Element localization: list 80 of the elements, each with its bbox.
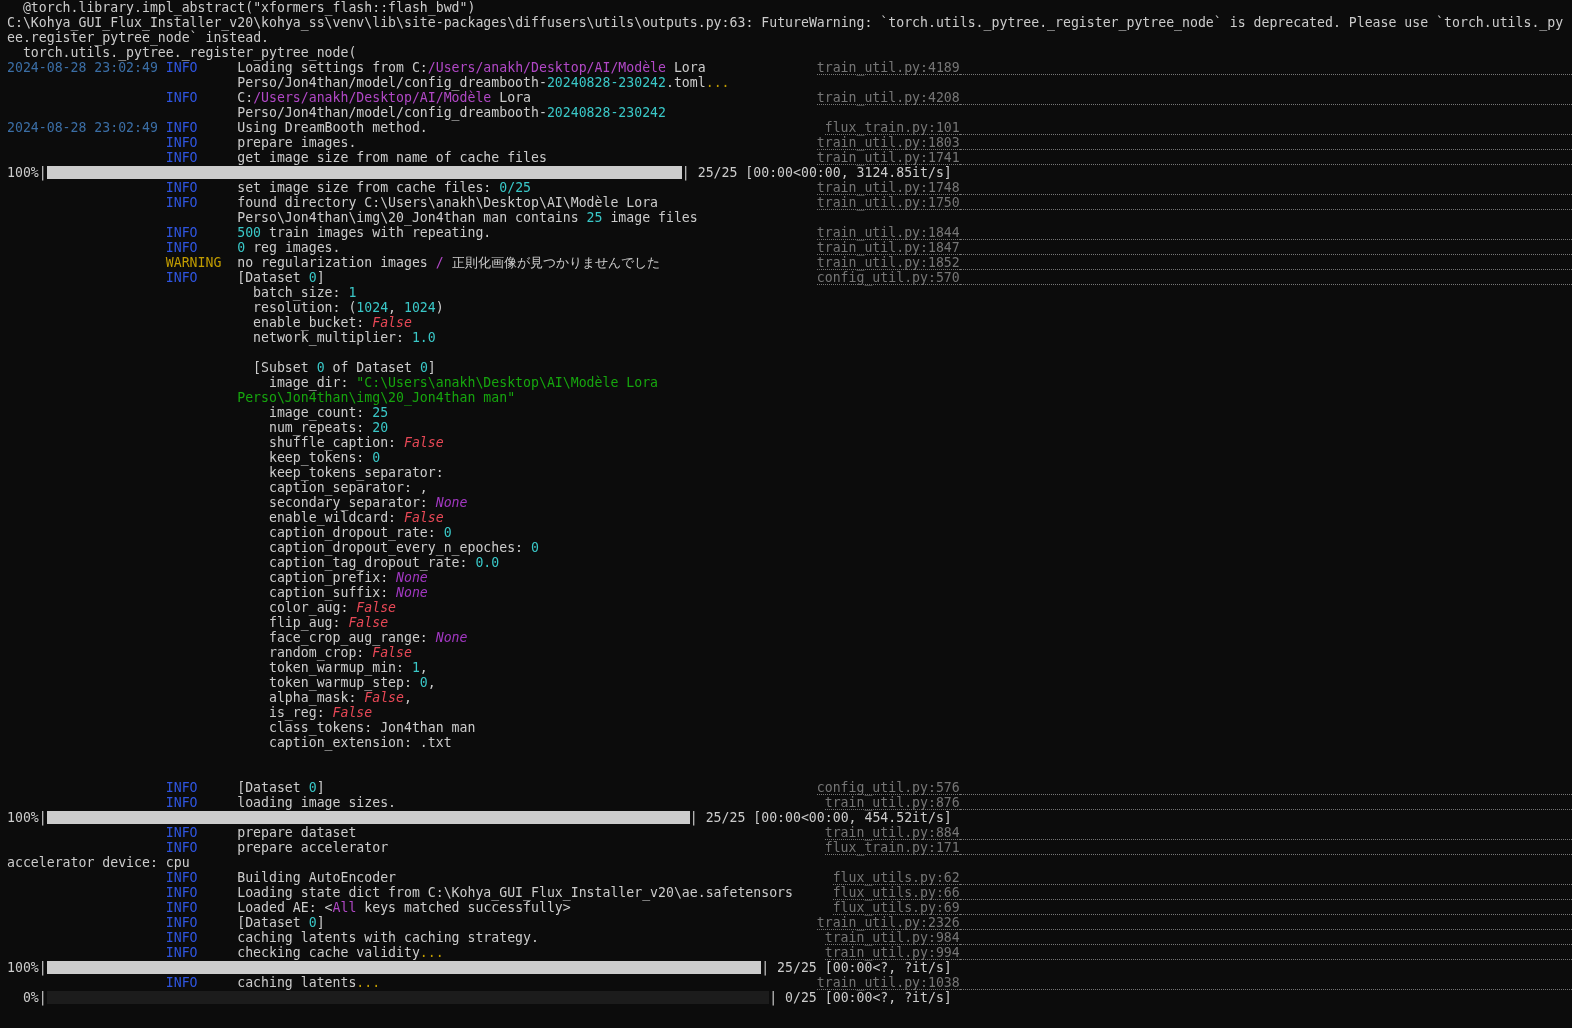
source-link[interactable]: train_util.py:884 xyxy=(824,825,960,840)
log-message: get image size from name of cache files xyxy=(237,150,547,165)
progress-percent: 100%| xyxy=(7,810,47,825)
progress-stats: | 0/25 [00:00<?, ?it/s] xyxy=(769,990,952,1005)
log-message: C:/Users/anakh/Desktop/AI/Modèle Lora Perso/Jon4than/model/config_dreambooth-20240828-230242 xyxy=(237,90,666,120)
progress-stats: | 25/25 [00:00<00:00, 454.52it/s] xyxy=(689,810,952,825)
log-message: set image size from cache files: 0/25 xyxy=(237,180,531,195)
log-message: 500 train images with repeating. xyxy=(237,225,492,240)
source-link[interactable]: config_util.py:576 xyxy=(816,780,960,795)
source-link[interactable]: flux_train.py:101 xyxy=(824,120,960,135)
source-link[interactable]: train_util.py:1741 xyxy=(816,150,960,165)
terminal-line: torch.utils._pytree._register_pytree_node( xyxy=(22,45,357,60)
source-link[interactable]: train_util.py:1748 xyxy=(816,180,960,195)
source-link[interactable]: train_util.py:4208 xyxy=(816,90,960,105)
source-link[interactable]: train_util.py:876 xyxy=(824,795,960,810)
source-link[interactable]: flux_utils.py:69 xyxy=(832,900,960,915)
log-level: WARNING xyxy=(165,255,222,270)
progress-stats: | 25/25 [00:00<?, ?it/s] xyxy=(761,960,952,975)
source-link[interactable]: config_util.py:570 xyxy=(816,270,960,285)
source-link[interactable]: train_util.py:1803 xyxy=(816,135,960,150)
source-link[interactable]: train_util.py:1038 xyxy=(816,975,960,990)
log-message: no regularization images / 正則化画像が見つかりませんでした xyxy=(237,255,660,270)
terminal-line: accelerator device: cpu xyxy=(7,855,191,870)
source-link[interactable]: train_util.py:1750 xyxy=(816,195,960,210)
log-level: INFO xyxy=(165,90,198,105)
progress-stats: | 25/25 [00:00<00:00, 3124.85it/s] xyxy=(681,165,952,180)
log-level: INFO xyxy=(165,900,198,915)
log-message: prepare accelerator xyxy=(237,840,389,855)
terminal-line: @torch.library.impl_abstract("xformers_flash::flash_bwd") xyxy=(22,0,476,15)
log-message: Using DreamBooth method. xyxy=(237,120,428,135)
log-level: INFO xyxy=(165,240,198,255)
log-level: INFO xyxy=(165,915,198,930)
log-level: INFO xyxy=(165,135,198,150)
log-message: Loading settings from C:/Users/anakh/Desktop/AI/Modèle Lora Perso/Jon4than/model/config_dreambooth-20240828-230242.toml... xyxy=(237,60,730,90)
source-link[interactable]: flux_utils.py:66 xyxy=(832,885,960,900)
log-message: caching latents with caching strategy. xyxy=(237,930,539,945)
log-level: INFO xyxy=(165,840,198,855)
log-level: INFO xyxy=(165,795,198,810)
log-level: INFO xyxy=(165,180,198,195)
log-level: INFO xyxy=(165,945,198,960)
source-link[interactable]: train_util.py:1844 xyxy=(816,225,960,240)
source-link[interactable]: train_util.py:984 xyxy=(824,930,960,945)
timestamp: 2024-08-28 23:02:49 xyxy=(7,60,158,75)
progress-percent: 0%| xyxy=(21,990,47,1005)
log-message: Loading state dict from C:\Kohya_GUI_Flux_Installer_v20\ae.safetensors xyxy=(237,885,793,900)
log-message: Building AutoEncoder xyxy=(237,870,397,885)
log-level: INFO xyxy=(165,780,198,795)
source-link[interactable]: train_util.py:1852 xyxy=(816,255,960,270)
source-link[interactable]: train_util.py:1847 xyxy=(816,240,960,255)
source-link[interactable]: flux_train.py:171 xyxy=(824,840,960,855)
log-message: 0 reg images. xyxy=(237,240,341,255)
progress-percent: 100%| xyxy=(7,165,47,180)
source-link[interactable]: train_util.py:994 xyxy=(824,945,960,960)
log-level: INFO xyxy=(165,885,198,900)
source-link[interactable]: train_util.py:4189 xyxy=(816,60,960,75)
log-level: INFO xyxy=(165,225,198,240)
log-level: INFO xyxy=(165,825,198,840)
log-message: [Dataset 0] batch_size: 1 resolution: (1024, 1024) enable_bucket: False network_multiplier: 1.0 [Subset 0 of Dataset 0] image_dir: "C:\Users\anakh\Desktop\AI\Modèle Lora Perso\Jon4than\img\20_Jon4than man" image_count: 25 num_repeats: 20 shuffle_caption: False keep_tokens: 0 keep_tokens_separator: caption_separator: , secondary_separator: None enable_wildcard: False caption_dropout_rate: 0 caption_dropout_every_n_epoches: 0 caption_tag_dropout_rate: 0.0 caption_prefix: None caption_suffix: None color_aug: False flip_aug: False face_crop_aug_range: None random_crop: False token_warmup_min: 1, token_warmup_step: 0, alpha_mask: False, is_reg: False class_tokens: Jon4than man caption_extension: .txt xyxy=(237,270,659,753)
log-level: INFO xyxy=(165,270,198,285)
log-message: prepare images. xyxy=(237,135,357,150)
log-message: prepare dataset xyxy=(237,825,357,840)
log-level: INFO xyxy=(165,870,198,885)
source-link[interactable]: flux_utils.py:62 xyxy=(832,870,960,885)
log-level: INFO xyxy=(165,120,198,135)
terminal-line: C:\Kohya_GUI_Flux_Installer_v20\kohya_ss\venv\lib\site-packages\diffusers\utils\outputs.py:63: FutureWarning: `torch.utils._pytree._register_pytree_node` is deprecated. Please use `torch.utils._py xyxy=(7,15,1565,30)
log-message: caching latents... xyxy=(237,975,381,990)
log-message: [Dataset 0] xyxy=(237,780,325,795)
log-message: Loaded AE: <All keys matched successfully> xyxy=(237,900,571,915)
log-level: INFO xyxy=(165,60,198,75)
log-level: INFO xyxy=(165,930,198,945)
timestamp: 2024-08-28 23:02:49 xyxy=(7,120,158,135)
progress-percent: 100%| xyxy=(7,960,47,975)
terminal-line: ee.register_pytree_node` instead. xyxy=(7,30,269,45)
log-level: INFO xyxy=(165,195,198,210)
log-level: INFO xyxy=(165,150,198,165)
source-link[interactable]: train_util.py:2326 xyxy=(816,915,960,930)
log-level: INFO xyxy=(165,975,198,990)
log-message: [Dataset 0] xyxy=(237,915,325,930)
log-message: checking cache validity... xyxy=(237,945,444,960)
log-message: loading image sizes. xyxy=(237,795,397,810)
